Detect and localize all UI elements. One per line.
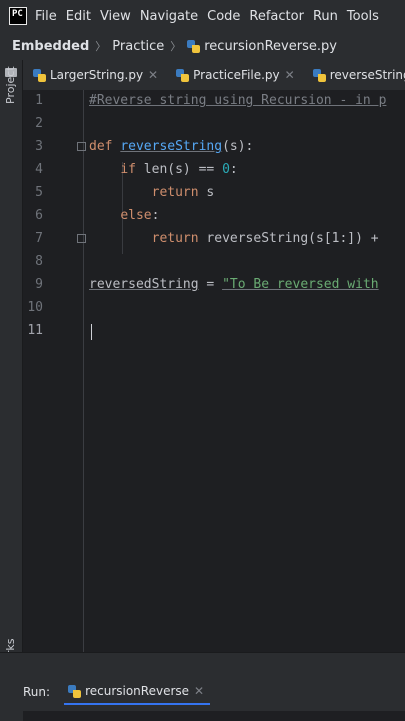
code-line-7: return reverseString(s[1:]) + <box>89 231 379 246</box>
line-number: 6 <box>35 208 43 223</box>
keyword-def: def <box>89 139 113 154</box>
code-line-3: def reverseString(s): <box>89 139 253 154</box>
line-number: 4 <box>35 162 43 177</box>
left-tool-strip: Project Bookmarks <box>0 60 23 710</box>
function-name: reverseString <box>120 139 223 154</box>
comment-text: #Reverse string using Recursion - in p <box>89 93 387 108</box>
pycharm-logo-icon[interactable]: PC <box>9 7 27 25</box>
menu-edit[interactable]: Edit <box>66 9 91 24</box>
breadcrumb-file[interactable]: recursionReverse.py <box>204 39 337 54</box>
return-value: s <box>198 185 215 200</box>
code-editor[interactable]: 1 2 3 4 5 6 7 8 9 10 11 #Reverse string … <box>23 90 405 652</box>
project-tool-label[interactable]: Project <box>4 66 17 104</box>
menu-navigate[interactable]: Navigate <box>140 9 198 24</box>
close-icon[interactable]: ✕ <box>194 684 204 698</box>
keyword-return: return <box>151 231 199 246</box>
code-line-5: return s <box>89 185 215 200</box>
fold-marker-icon[interactable] <box>77 142 86 151</box>
close-icon[interactable]: ✕ <box>148 68 158 82</box>
run-panel-header: Run: recursionReverse ✕ <box>23 679 211 705</box>
keyword-else: else <box>120 208 152 223</box>
tab-largerstring[interactable]: LargerString.py ✕ <box>23 60 166 90</box>
python-file-icon <box>187 39 201 53</box>
else-colon: : <box>151 208 160 223</box>
if-colon: : <box>229 162 238 177</box>
python-file-icon <box>33 68 46 82</box>
menu-run[interactable]: Run <box>313 9 338 24</box>
line-number: 3 <box>35 139 43 154</box>
keyword-if: if <box>120 162 136 177</box>
line-number: 1 <box>35 93 43 108</box>
code-line-1: #Reverse string using Recursion - in p <box>89 93 386 108</box>
assign-operator: = <box>198 277 223 292</box>
gutter-divider <box>83 90 84 652</box>
menu-file[interactable]: File <box>35 9 57 24</box>
chevron-right-icon: 〉 <box>95 40 107 53</box>
run-tab-recursionreverse[interactable]: recursionReverse ✕ <box>64 679 211 705</box>
menu-tools[interactable]: Tools <box>347 9 379 24</box>
variable-name: reversedString <box>89 277 199 292</box>
def-params: (s): <box>222 139 254 154</box>
text-cursor <box>91 324 92 340</box>
line-number: 5 <box>35 185 43 200</box>
breadcrumb: Embedded 〉 Practice 〉 recursionReverse.p… <box>0 32 405 60</box>
line-number: 8 <box>35 254 43 269</box>
run-tool-window: Run: recursionReverse ✕ <box>0 652 405 721</box>
line-number: 7 <box>35 231 43 246</box>
close-icon[interactable]: ✕ <box>285 68 295 82</box>
tab-label: LargerString.py <box>50 68 144 82</box>
line-number: 2 <box>35 116 43 131</box>
code-line-4: if len(s) == 0: <box>89 162 238 177</box>
menu-refactor[interactable]: Refactor <box>249 9 304 24</box>
tab-practicefile[interactable]: PracticeFile.py ✕ <box>166 60 303 90</box>
chevron-right-icon: 〉 <box>170 40 182 53</box>
menu-code[interactable]: Code <box>207 9 240 24</box>
python-run-icon <box>68 684 82 698</box>
code-line-6: else: <box>89 208 159 223</box>
return-expression: reverseString(s[1:]) + <box>198 231 379 246</box>
python-file-icon <box>312 68 326 82</box>
python-file-icon <box>176 68 190 82</box>
keyword-return: return <box>151 185 199 200</box>
if-condition: len(s) == <box>135 162 223 177</box>
tab-reversestring[interactable]: reverseString.py <box>303 60 405 90</box>
editor-tabs: LargerString.py ✕ PracticeFile.py ✕ reve… <box>23 60 405 91</box>
tab-label: PracticeFile.py <box>193 68 280 82</box>
code-line-9: reversedString = "To Be reversed with <box>89 277 379 292</box>
run-label: Run: <box>23 685 51 699</box>
line-number: 10 <box>27 300 43 315</box>
menu-view[interactable]: View <box>100 9 131 24</box>
fold-marker-icon[interactable] <box>77 234 86 243</box>
breadcrumb-folder[interactable]: Practice <box>112 39 164 54</box>
line-number: 9 <box>35 277 43 292</box>
number-literal: 0 <box>222 162 230 177</box>
tab-label: reverseString.py <box>329 68 405 82</box>
menu-bar: PC File Edit View Navigate Code Refactor… <box>0 0 405 32</box>
string-literal: "To Be reversed with <box>222 277 379 292</box>
run-tab-label: recursionReverse <box>85 684 190 698</box>
line-number-current: 11 <box>27 323 43 338</box>
breadcrumb-project[interactable]: Embedded <box>12 39 89 54</box>
